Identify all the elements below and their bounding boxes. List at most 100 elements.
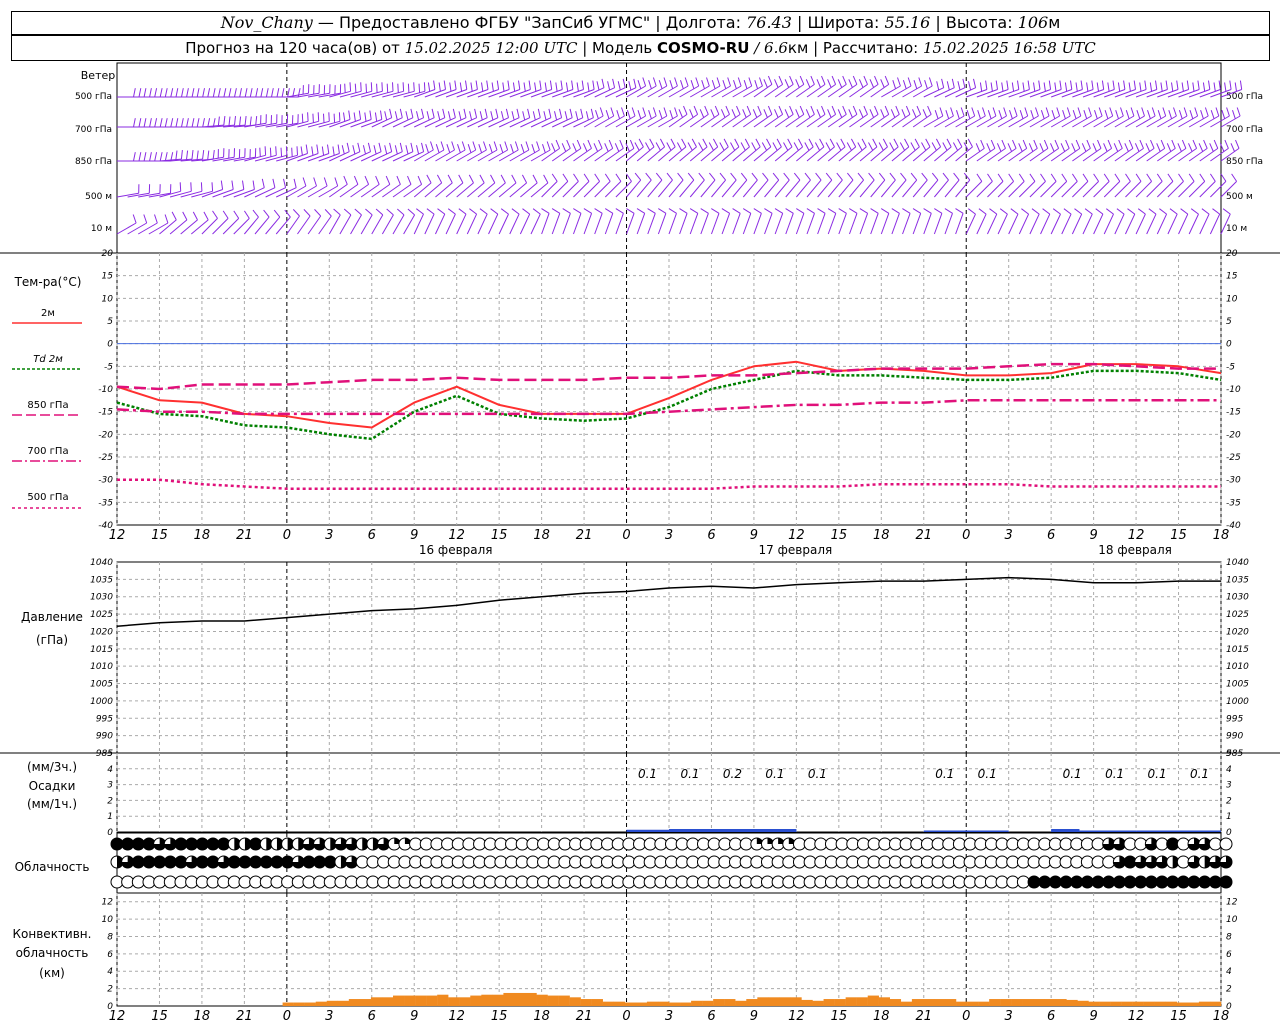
wind-barb-staff	[668, 146, 687, 162]
hour-tick-label: 15	[1170, 528, 1187, 543]
hour-tick-label-bottom: 6	[1047, 1009, 1055, 1024]
wind-barb-staff	[817, 213, 826, 235]
wind-barb-feather	[164, 152, 168, 162]
wind-barb-feather	[532, 111, 536, 121]
temperature-tick-right: -10	[1226, 385, 1241, 395]
day-label: 16 февраля	[419, 543, 493, 557]
wind-barb-staff	[647, 146, 665, 162]
wind-barb-feather	[1167, 173, 1174, 182]
convective-bar	[415, 995, 427, 1006]
hour-tick-label: 3	[325, 528, 333, 543]
wind-barb-feather	[1181, 139, 1187, 149]
wind-barb-feather	[275, 146, 277, 156]
wind-barb-feather	[447, 208, 456, 215]
wind-barb-feather	[957, 81, 961, 91]
wind-barb-feather	[543, 111, 547, 121]
wind-barb-feather	[710, 109, 715, 118]
wind-barb-feather	[719, 172, 726, 181]
wind-barb-feather	[370, 82, 373, 92]
convective-bar	[393, 995, 405, 1006]
wind-barb-feather	[990, 82, 993, 92]
wind-barb-staff	[827, 213, 837, 235]
wind-barb-feather	[1083, 110, 1088, 119]
precip-tick-right: 0	[1226, 828, 1232, 838]
convective-bar	[591, 999, 603, 1006]
wind-barb-feather	[874, 105, 879, 115]
wind-barb-feather	[384, 145, 388, 155]
wind-barb-feather	[511, 208, 520, 215]
wind-barb-feather	[360, 82, 362, 92]
wind-barb-feather	[658, 208, 667, 214]
wind-barb-feather	[186, 150, 189, 160]
precip-value-label: 0.1	[680, 767, 699, 781]
wind-barb-feather	[527, 108, 531, 118]
wind-barb-feather	[742, 208, 752, 214]
wind-barb-staff	[721, 146, 740, 162]
wind-barb-feather	[727, 77, 731, 87]
wind-barb-feather	[1007, 143, 1013, 152]
wind-barb-feather	[504, 141, 509, 151]
wind-barb-feather	[1199, 173, 1206, 182]
wind-barb-feather	[869, 109, 875, 118]
wind-barb-feather	[1180, 208, 1189, 215]
wind-barb-feather	[916, 105, 922, 115]
wind-barb-staff	[711, 179, 726, 198]
wind-barb-staff	[180, 219, 198, 235]
wind-barb-feather	[740, 172, 748, 181]
wind-barb-feather	[512, 82, 516, 92]
wind-barb-staff	[307, 185, 328, 198]
wind-barb-feather	[884, 105, 890, 115]
wind-barb-feather	[543, 174, 549, 184]
wind-barb-staff	[413, 213, 424, 235]
temperature-tick-left: 0	[107, 340, 113, 350]
hour-tick-label-bottom: 15	[491, 1009, 508, 1024]
wind-barb-feather	[924, 80, 928, 89]
convective-tick-left: 4	[107, 967, 113, 977]
wind-barb-staff	[1125, 213, 1136, 235]
wind-barb-staff	[382, 151, 403, 162]
wind-barb-feather	[821, 105, 826, 115]
wind-barb-feather	[608, 139, 614, 149]
wind-barb-feather	[1198, 143, 1204, 152]
wind-barb-feather	[425, 144, 429, 153]
hour-tick-label-bottom: 6	[368, 1009, 376, 1024]
wind-barb-feather	[995, 80, 998, 90]
wind-barb-staff	[1103, 213, 1114, 235]
wind-barb-staff	[1082, 89, 1104, 98]
convective-tick-left: 10	[102, 915, 114, 925]
wind-barb-feather	[1107, 82, 1110, 92]
wind-barb-feather	[899, 142, 906, 151]
wind-barb-feather	[847, 172, 854, 181]
wind-barb-feather	[1096, 82, 1099, 92]
wind-barb-staff	[137, 222, 158, 235]
wind-barb-staff	[742, 179, 758, 198]
wind-barb-feather	[831, 75, 837, 85]
wind-barb-feather	[674, 107, 678, 117]
wind-barb-feather	[633, 78, 637, 88]
wind-barb-feather	[604, 173, 611, 182]
wind-barb-staff	[360, 151, 382, 162]
wind-barb-feather	[709, 172, 716, 181]
wind-barb-feather	[683, 105, 688, 115]
wind-barb-staff	[795, 213, 805, 235]
wind-barb-feather	[143, 118, 147, 128]
wind-barb-staff	[552, 89, 574, 98]
wind-barb-feather	[910, 172, 918, 181]
wind-barb-staff	[456, 89, 478, 98]
wind-barb-feather	[1200, 110, 1204, 119]
hour-tick-label-bottom: 12	[788, 1009, 805, 1024]
wind-barb-feather	[744, 138, 750, 148]
wind-barb-staff	[880, 146, 899, 162]
wind-barb-feather	[614, 143, 620, 152]
wind-barb-feather	[730, 142, 736, 151]
wind-barb-feather	[549, 80, 553, 90]
wind-barb-feather	[1189, 110, 1194, 119]
wind-barb-staff	[297, 215, 311, 235]
wind-barb-staff	[976, 89, 998, 98]
wind-barb-staff	[849, 179, 864, 198]
day-label: 18 февраля	[1098, 543, 1172, 557]
hour-tick-label-bottom: 15	[1170, 1009, 1187, 1024]
wind-barb-feather	[132, 214, 137, 224]
convective-bar	[1154, 1001, 1166, 1006]
wind-barb-feather	[287, 88, 290, 98]
